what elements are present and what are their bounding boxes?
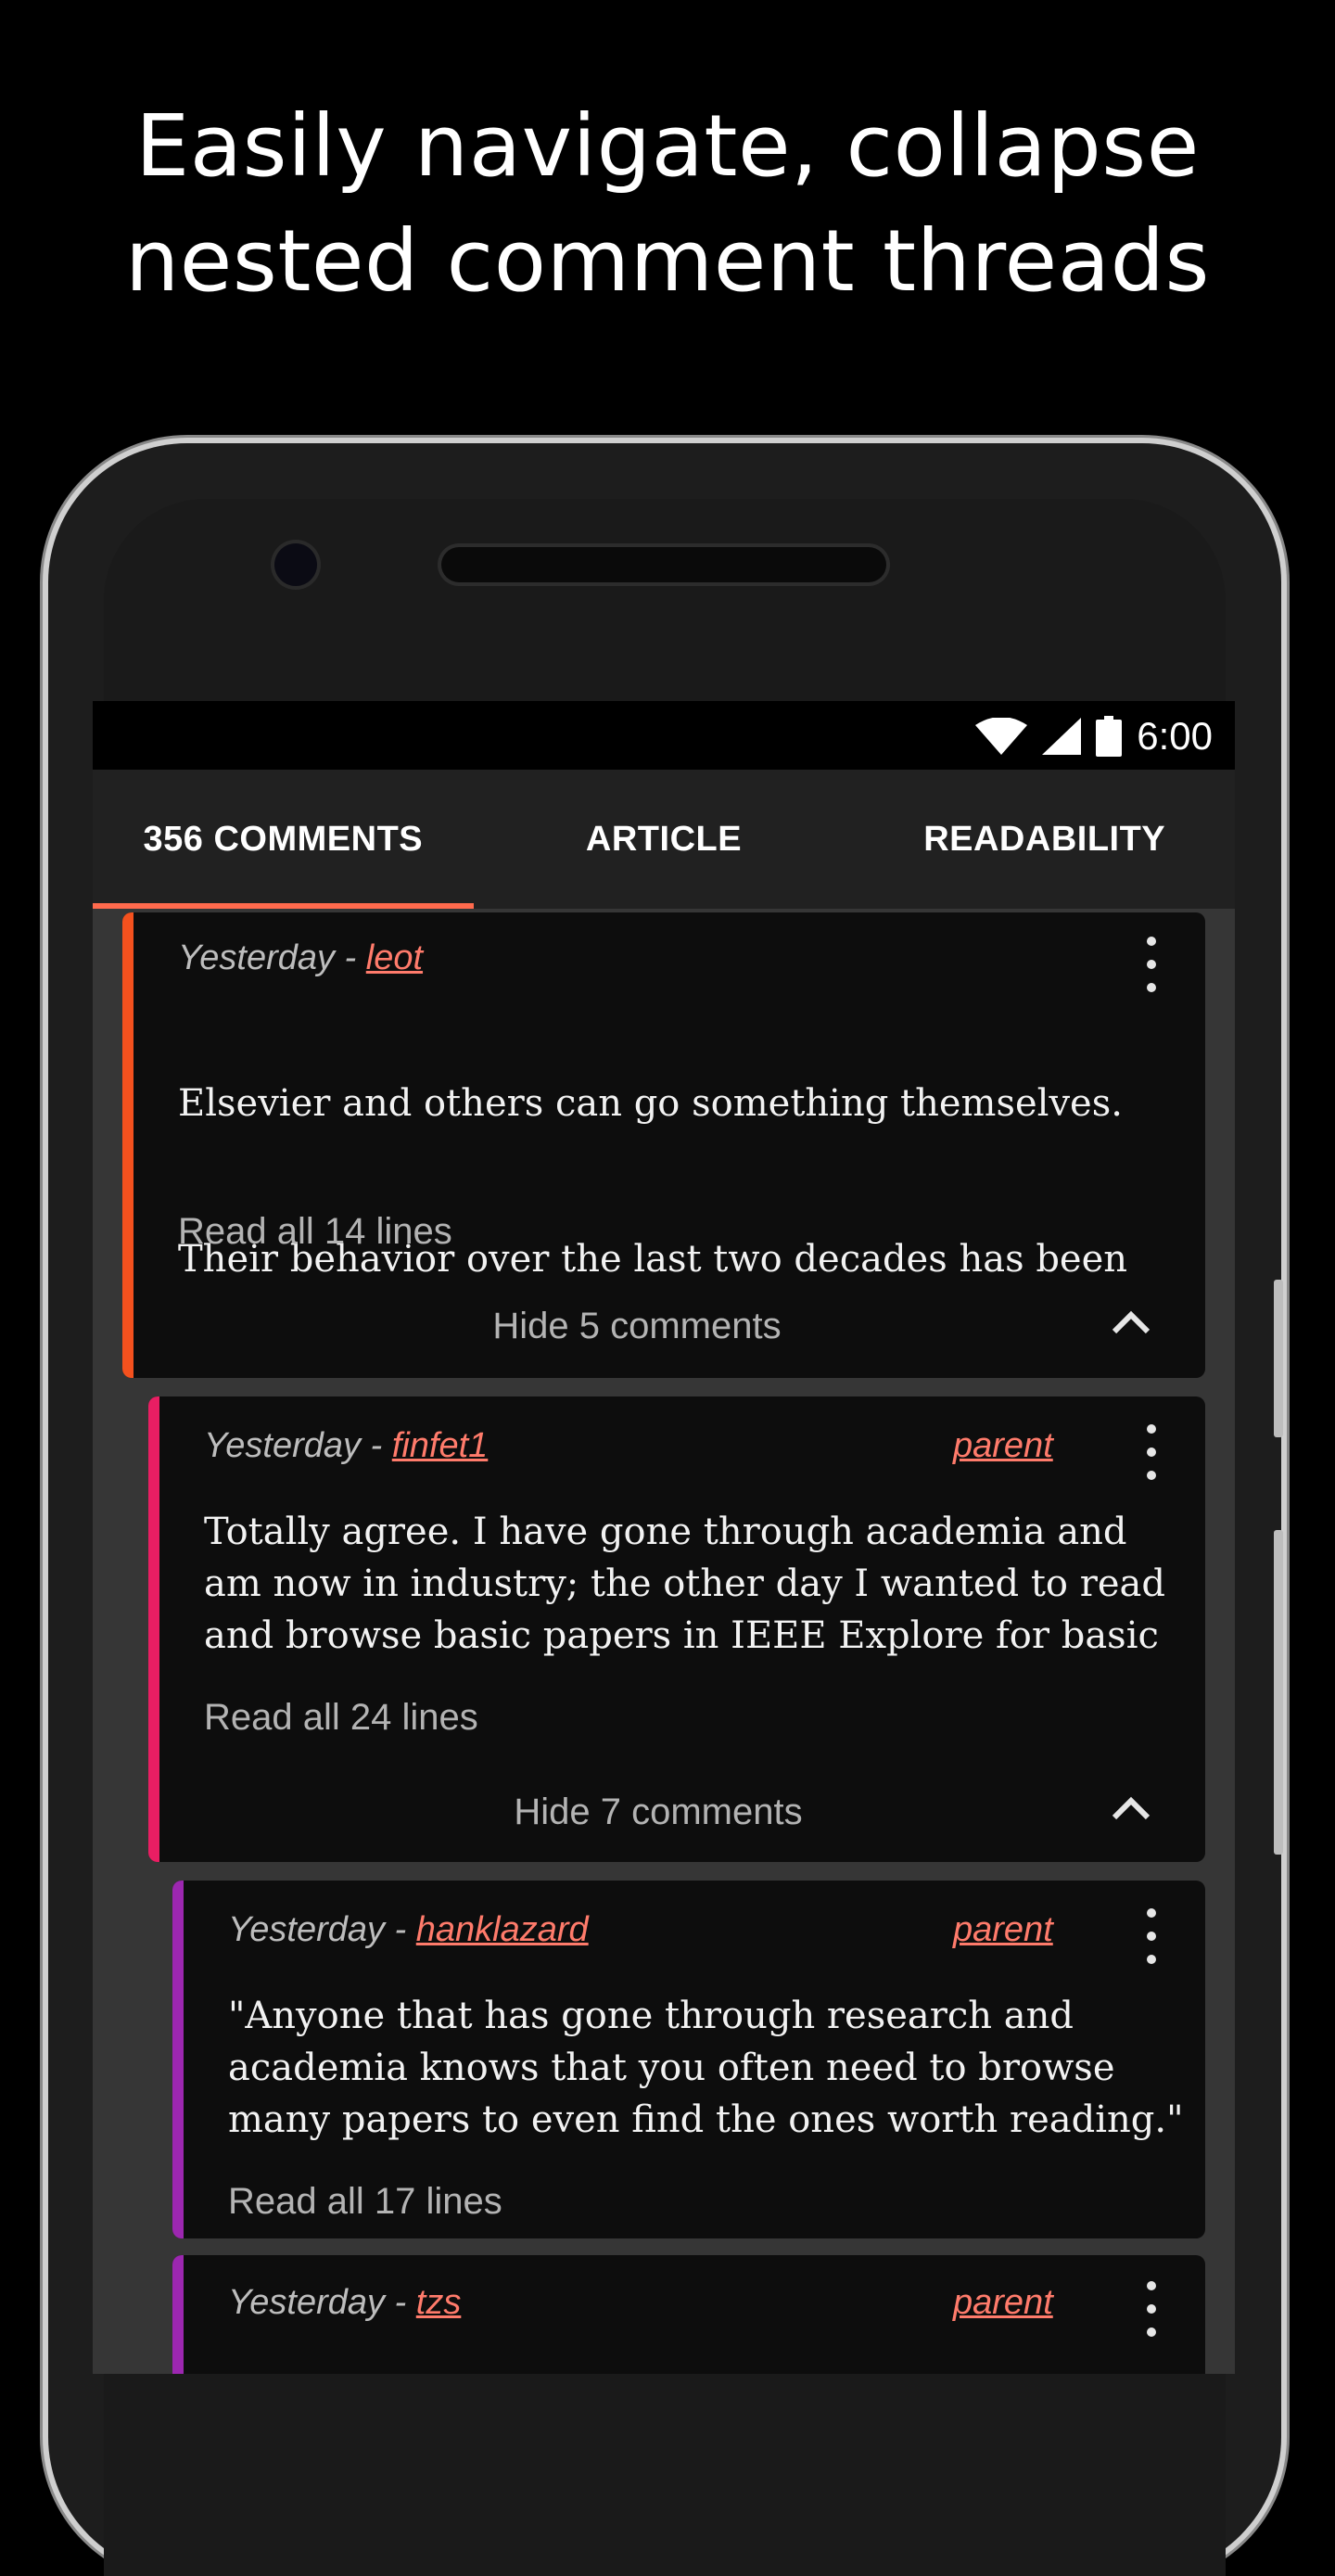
comment-date: Yesterday -: [228, 2283, 416, 2322]
comment-card: Yesterday - tzs parent: [172, 2255, 1205, 2374]
status-bar: 6:00: [93, 701, 1235, 770]
wifi-icon: [975, 718, 1028, 755]
comment-body: Elsevier and others can go something the…: [178, 1026, 1179, 1337]
parent-link[interactable]: parent: [953, 1910, 1053, 1950]
read-all-lines-link[interactable]: Read all 14 lines: [178, 1211, 452, 1253]
parent-link[interactable]: parent: [953, 2283, 1053, 2323]
chevron-up-icon[interactable]: [1111, 1795, 1151, 1821]
more-options-icon[interactable]: [1133, 2281, 1170, 2337]
tab-article[interactable]: ARTICLE: [474, 770, 855, 909]
hide-comments-button[interactable]: Hide 5 comments: [122, 1306, 1151, 1347]
read-all-lines-link[interactable]: Read all 24 lines: [204, 1697, 478, 1739]
hide-comments-button[interactable]: Hide 7 comments: [148, 1792, 1168, 1833]
comment-body: "Anyone that has gone through research a…: [228, 1995, 1184, 2141]
tab-comments[interactable]: 356 COMMENTS: [93, 770, 474, 909]
earpiece-speaker: [441, 547, 886, 582]
thread-depth-bar: [172, 2255, 184, 2374]
front-camera: [274, 543, 317, 586]
comment-card: Yesterday - finfet1 parent Totally agree…: [148, 1396, 1205, 1862]
signal-icon: [1042, 718, 1082, 755]
headline-line-2: nested comment threads: [125, 211, 1210, 311]
app-screen: 6:00 356 COMMENTS ARTICLE READABILITY Ye…: [93, 701, 1235, 2374]
parent-link[interactable]: parent: [953, 1426, 1053, 1466]
tab-readability[interactable]: READABILITY: [854, 770, 1235, 909]
clock: 6:00: [1137, 714, 1213, 758]
battery-icon: [1096, 716, 1123, 757]
read-all-lines-link[interactable]: Read all 17 lines: [228, 2181, 502, 2223]
comment-date: Yesterday -: [228, 1910, 416, 1949]
comment-author-link[interactable]: hanklazard: [416, 1910, 589, 1949]
comment-date: Yesterday -: [204, 1426, 392, 1465]
comment-author-link[interactable]: finfet1: [392, 1426, 489, 1465]
chevron-up-icon[interactable]: [1111, 1309, 1151, 1335]
more-options-icon[interactable]: [1133, 1424, 1170, 1480]
comment-body: Totally agree. I have gone through acade…: [204, 1511, 1165, 1657]
comment-card: Yesterday - leot Elsevier and others can…: [122, 912, 1205, 1378]
comment-body-paragraph: Elsevier and others can go something the…: [178, 1082, 1123, 1125]
comment-date: Yesterday -: [178, 938, 366, 977]
comment-meta: Yesterday - hanklazard: [228, 1910, 589, 1950]
comment-meta: Yesterday - leot: [178, 938, 423, 978]
promo-headline: Easily navigate, collapse nested comment…: [0, 89, 1335, 319]
more-options-icon[interactable]: [1133, 1908, 1170, 1964]
comment-meta: Yesterday - tzs: [228, 2283, 461, 2323]
headline-line-1: Easily navigate, collapse: [135, 96, 1200, 196]
comment-author-link[interactable]: leot: [366, 938, 423, 977]
comment-author-link[interactable]: tzs: [416, 2283, 462, 2322]
volume-button: [1274, 1280, 1283, 1437]
power-button: [1274, 1530, 1283, 1855]
more-options-icon[interactable]: [1133, 937, 1170, 992]
comment-meta: Yesterday - finfet1: [204, 1426, 488, 1466]
comment-card: Yesterday - hanklazard parent "Anyone th…: [172, 1881, 1205, 2238]
thread-depth-bar: [172, 1881, 184, 2238]
tab-bar: 356 COMMENTS ARTICLE READABILITY: [93, 770, 1235, 909]
